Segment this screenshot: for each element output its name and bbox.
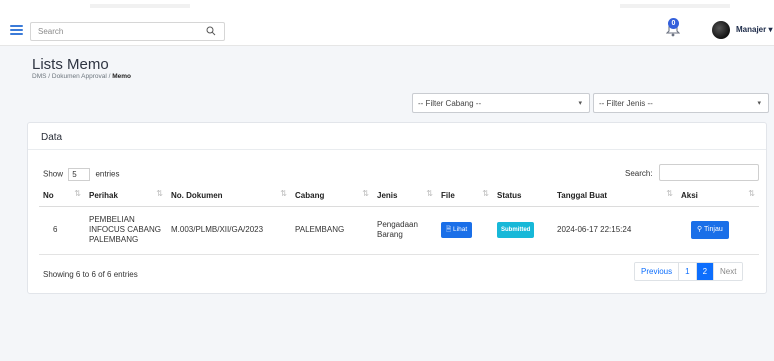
column-header-status[interactable]: Status xyxy=(493,185,553,207)
column-header-tanggal-buat[interactable]: Tanggal Buat ⇅ xyxy=(553,185,677,207)
show-entries: Show 5 entries xyxy=(43,168,120,181)
table-info: Showing 6 to 6 of 6 entries xyxy=(43,270,138,279)
strip-segment xyxy=(90,4,190,8)
filter-cabang-select[interactable]: -- Filter Cabang -- ▾ xyxy=(412,93,590,113)
breadcrumb-item-memo: Memo xyxy=(112,73,132,80)
cell-file: 🗎 Lihat xyxy=(437,206,493,255)
cell-status: Submitted xyxy=(493,206,553,255)
tinjau-button[interactable]: ⚲ Tinjau xyxy=(691,221,729,239)
cell-no-dokumen: M.003/PLMB/XII/GA/2023 xyxy=(167,206,291,255)
search-icon: ⚲ xyxy=(697,226,703,233)
page-title: Lists Memo xyxy=(32,56,109,73)
filter-jenis-value: -- Filter Jenis -- xyxy=(599,99,653,108)
chevron-down-icon: ▾ xyxy=(757,100,761,107)
user-menu-toggle[interactable]: Manajer ▾ xyxy=(736,25,772,34)
chevron-down-icon: ▾ xyxy=(578,100,582,107)
memo-table: No ⇅ Perihak ⇅ No. Dokumen ⇅ Cabang ⇅ Jenis ⇅… xyxy=(39,185,759,255)
search-icon[interactable] xyxy=(206,26,216,36)
filter-jenis-select[interactable]: -- Filter Jenis -- ▾ xyxy=(593,93,769,113)
filter-cabang-value: -- Filter Cabang -- xyxy=(418,99,482,108)
table-search-input[interactable] xyxy=(659,164,759,181)
cell-aksi: ⚲ Tinjau xyxy=(677,206,759,255)
cell-tanggal: 2024-06-17 22:15:24 xyxy=(553,206,677,255)
table-header-row: No ⇅ Perihak ⇅ No. Dokumen ⇅ Cabang ⇅ Jenis ⇅… xyxy=(39,185,759,207)
strip-segment xyxy=(620,4,730,8)
lihat-file-button[interactable]: 🗎 Lihat xyxy=(441,222,473,238)
avatar[interactable] xyxy=(712,21,730,39)
cell-cabang: PALEMBANG xyxy=(291,206,373,255)
column-header-no-dokumen[interactable]: No. Dokumen ⇅ xyxy=(167,185,291,207)
pagination-next[interactable]: Next xyxy=(714,263,743,280)
column-header-perihak[interactable]: Perihak ⇅ xyxy=(85,185,167,207)
notification-count-badge: 0 xyxy=(668,18,679,29)
column-header-cabang[interactable]: Cabang ⇅ xyxy=(291,185,373,207)
top-navbar: Search 0 Manajer ▾ xyxy=(0,12,774,46)
browser-top-strip xyxy=(0,0,774,12)
cell-no: 6 xyxy=(39,206,85,255)
cell-jenis: Pengadaan Barang xyxy=(373,206,437,255)
breadcrumb-item-dms[interactable]: DMS xyxy=(32,73,46,80)
table-search-label: Search: xyxy=(625,169,653,178)
menu-icon[interactable] xyxy=(10,25,23,35)
show-label: Show xyxy=(43,169,64,179)
lihat-label: Lihat xyxy=(453,226,468,233)
card-header: Data xyxy=(28,123,766,150)
notification-bell-icon[interactable]: 0 xyxy=(665,18,681,37)
column-header-file[interactable]: File ⇅ xyxy=(437,185,493,207)
entries-length-select[interactable]: 5 xyxy=(68,168,91,181)
pagination-page-2[interactable]: 2 xyxy=(696,263,715,280)
card-title: Data xyxy=(41,132,63,143)
status-badge: Submitted xyxy=(497,222,535,238)
file-icon: 🗎 xyxy=(446,226,452,233)
pagination: Previous 1 2 Next xyxy=(634,262,744,281)
breadcrumb: DMS / Dokumen Approval / Memo xyxy=(32,73,132,80)
search-input[interactable]: Search xyxy=(30,22,225,41)
column-header-jenis[interactable]: Jenis ⇅ xyxy=(373,185,437,207)
column-header-aksi[interactable]: Aksi ⇅ xyxy=(677,185,759,207)
entries-label: entries xyxy=(95,169,120,179)
cell-perihak: PEMBELIAN INFOCUS CABANG PALEMBANG xyxy=(85,206,167,255)
search-placeholder: Search xyxy=(38,27,64,36)
pagination-previous[interactable]: Previous xyxy=(635,263,680,280)
tinjau-label: Tinjau xyxy=(703,226,723,233)
column-header-no[interactable]: No ⇅ xyxy=(39,185,85,207)
table-row: 6 PEMBELIAN INFOCUS CABANG PALEMBANG M.0… xyxy=(39,206,759,255)
pagination-page-1[interactable]: 1 xyxy=(679,263,697,280)
breadcrumb-item-dokumen-approval[interactable]: Dokumen Approval xyxy=(52,73,107,80)
data-card: Data Show 5 entries Search: No ⇅ Perihak ⇅… xyxy=(27,122,767,294)
